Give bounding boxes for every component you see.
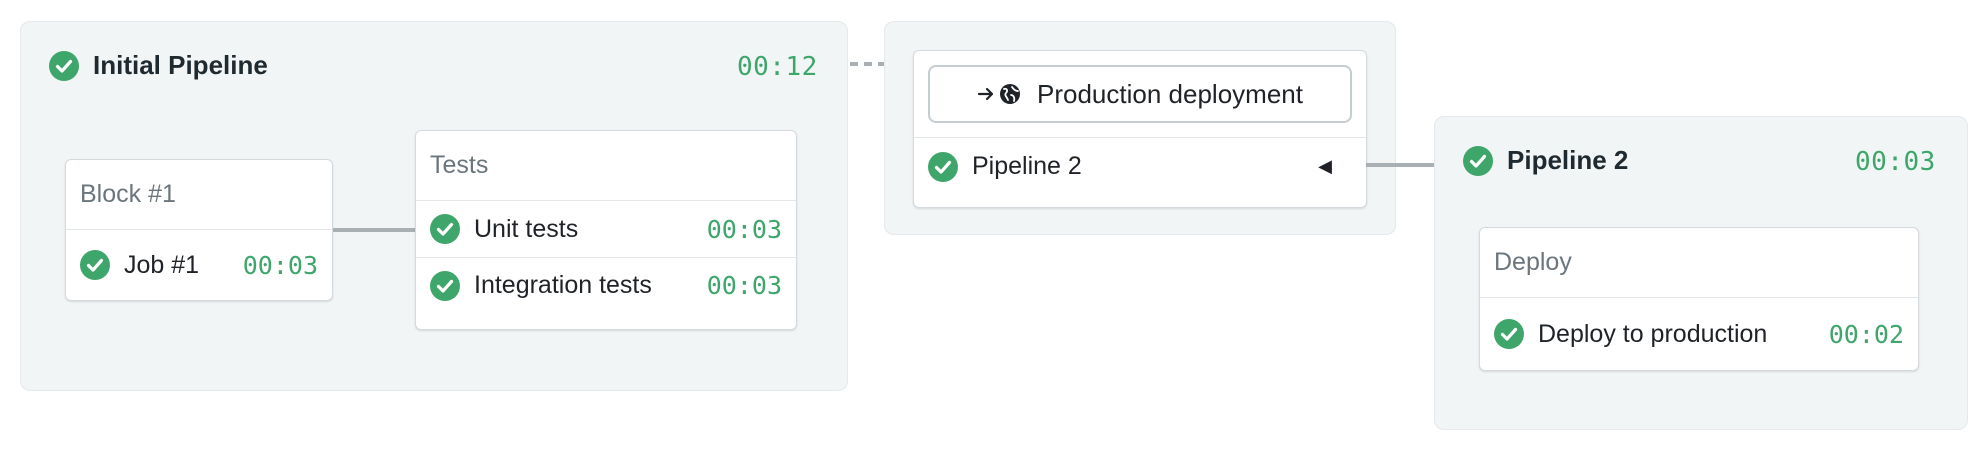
- arrow-right-icon: [977, 87, 994, 101]
- block-deploy[interactable]: Deploy Deploy to production 00:02: [1479, 227, 1919, 371]
- promotion-card: Production deployment Pipeline 2 ◀: [913, 50, 1367, 208]
- check-circle-icon: [1463, 146, 1493, 176]
- job-duration: 00:03: [706, 271, 782, 300]
- job-name: Integration tests: [474, 271, 652, 299]
- job-duration: 00:03: [706, 214, 782, 244]
- check-circle-icon: [49, 51, 79, 81]
- job-item[interactable]: Integration tests 00:03: [416, 257, 796, 313]
- block-tests[interactable]: Tests Unit tests 00:03 Integration tests…: [415, 130, 797, 330]
- pipeline-duration: 00:03: [1855, 147, 1936, 177]
- block-title: Deploy: [1480, 228, 1918, 298]
- promote-icons: [977, 83, 1021, 105]
- job-duration: 00:03: [242, 250, 318, 280]
- pipeline2-panel: Pipeline 2 00:03 Deploy Deploy to produc…: [1434, 116, 1968, 430]
- promotion-target[interactable]: Pipeline 2 ◀: [914, 137, 1366, 195]
- block-title: Tests: [416, 131, 796, 201]
- promotion-panel: Production deployment Pipeline 2 ◀: [884, 21, 1396, 235]
- check-circle-icon: [430, 214, 460, 244]
- promotion-target-name: Pipeline 2: [972, 152, 1082, 180]
- block-title: Block #1: [66, 160, 332, 230]
- initial-pipeline-panel: Initial Pipeline 00:12 Block #1 Job #1 0…: [20, 21, 848, 391]
- job-item[interactable]: Job #1 00:03: [66, 230, 332, 300]
- initial-pipeline-header[interactable]: Initial Pipeline: [49, 50, 268, 81]
- check-circle-icon: [80, 250, 110, 280]
- pipeline-title: Pipeline 2: [1507, 145, 1629, 175]
- job-name: Deploy to production: [1538, 319, 1768, 348]
- job-duration: 00:02: [1828, 319, 1904, 349]
- check-circle-icon: [928, 152, 958, 182]
- promote-button[interactable]: Production deployment: [928, 65, 1352, 123]
- job-name: Job #1: [124, 250, 200, 279]
- job-item[interactable]: Unit tests 00:03: [416, 201, 796, 257]
- pipeline2-header[interactable]: Pipeline 2: [1463, 145, 1628, 176]
- globe-icon: [1000, 84, 1021, 104]
- promotion-to-pipeline2-connector: [1366, 163, 1434, 167]
- promotion-connector: [850, 62, 886, 66]
- job-name: Unit tests: [474, 214, 579, 243]
- check-circle-icon: [1494, 319, 1524, 349]
- block-1[interactable]: Block #1 Job #1 00:03: [65, 159, 333, 301]
- promote-button-label: Production deployment: [1037, 78, 1303, 109]
- job-item[interactable]: Deploy to production 00:02: [1480, 298, 1918, 370]
- pipeline-duration: 00:12: [737, 52, 818, 82]
- pipeline-title: Initial Pipeline: [93, 50, 268, 80]
- check-circle-icon: [430, 271, 460, 301]
- caret-left-icon: ◀: [1318, 156, 1332, 176]
